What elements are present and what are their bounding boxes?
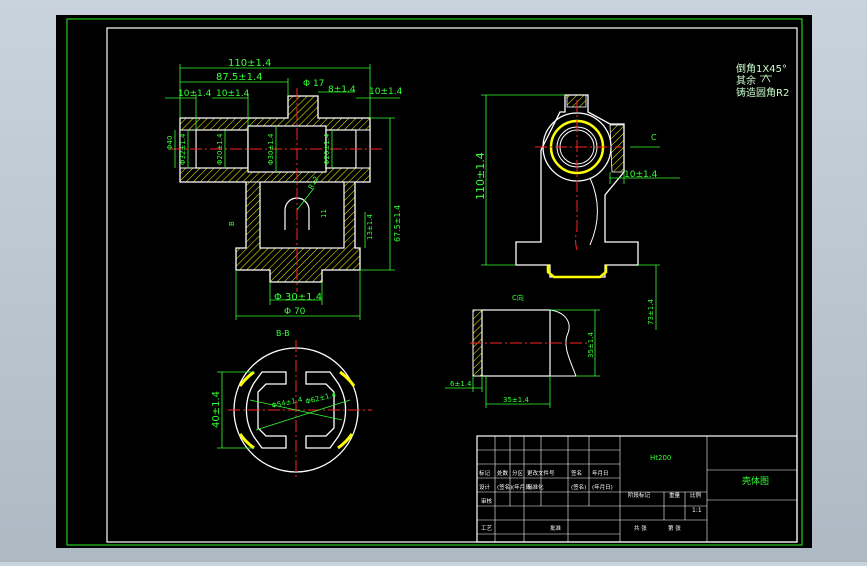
note-rest: 其余	[736, 74, 756, 87]
dim-8: 8±1.4	[328, 85, 356, 95]
title-drawing-name: 壳体图	[742, 475, 769, 487]
dim-phi20-left: Φ20±1.4	[216, 133, 224, 165]
dim-13: 13±1.4	[366, 214, 374, 240]
title-cell: (签名)	[571, 483, 586, 491]
dim-67-5: 67.5±1.4	[393, 205, 402, 242]
title-sheet-total: 共 张	[634, 524, 647, 532]
dim-phi30: Φ30±1.4	[267, 133, 275, 165]
title-cell: 分区	[512, 469, 524, 477]
dim-side-10: 10±1.4	[624, 170, 658, 180]
dim-c-6: 6±1.4	[450, 380, 472, 388]
title-cell: 签名	[571, 469, 582, 477]
note-fillet: 铸造圆角R2	[736, 86, 789, 99]
dim-bb-40: 40±1.4	[211, 391, 222, 428]
title-stage-label: 阶段标记	[628, 491, 651, 499]
dim-10-right: 10±1.4	[369, 87, 403, 97]
dim-phi32: Φ32±1.4	[179, 133, 187, 165]
title-weight-label: 重量	[669, 491, 681, 499]
title-cell: 处数	[497, 469, 509, 477]
dim-10-left: 10±1.4	[178, 89, 212, 99]
dim-phi30-bottom: Φ 30±1.4	[274, 292, 322, 303]
title-process: 工艺	[481, 525, 493, 532]
dim-side-height: 110±1.4	[474, 152, 487, 200]
title-material: Ht200	[650, 454, 671, 462]
title-cell: 标准化	[527, 483, 544, 491]
title-cell: 标记	[479, 469, 491, 477]
dim-side-73: 73±1.4	[647, 299, 655, 325]
dim-phi20-right: Φ20±1.4	[323, 133, 331, 165]
title-sheet-no: 第 张	[668, 524, 681, 532]
title-approve: 批准	[550, 524, 562, 532]
title-cell: (年月日)	[592, 483, 613, 491]
dim-87-5: 87.5±1.4	[216, 72, 263, 83]
title-cell: (签名)	[497, 483, 512, 491]
dim-c-35-horizontal: 35±1.4	[503, 396, 529, 404]
dim-phi17: Φ 17	[303, 79, 324, 89]
cad-viewport: 110±1.4 87.5±1.4 10±1.4 10±1.4 Φ 17 8±1.…	[0, 0, 867, 562]
view-c-arrow: C	[651, 133, 657, 142]
cad-drawing: 110±1.4 87.5±1.4 10±1.4 10±1.4 Φ 17 8±1.…	[56, 15, 812, 548]
model-space	[56, 15, 812, 548]
dim-c-35-vertical: 35±1.4	[587, 332, 595, 358]
dim-11: 11	[320, 209, 328, 218]
title-scale-label: 比例	[690, 491, 702, 499]
title-cell: 设计	[479, 483, 491, 491]
note-chamfer: 倒角1X45°	[736, 63, 787, 75]
dim-overall-length: 110±1.4	[228, 58, 271, 69]
dim-phi70: Φ 70	[284, 307, 306, 317]
title-scale-value: 1:1	[692, 507, 702, 514]
title-cell: 年月日	[592, 469, 609, 477]
dim-10-mid: 10±1.4	[216, 89, 250, 99]
title-cell: 更改文件号	[527, 469, 555, 477]
section-mark-b: B	[228, 221, 236, 226]
section-b-b-label: B-B	[276, 329, 290, 338]
view-c-label: C向	[512, 293, 524, 302]
dim-phi40: Φ40	[166, 136, 174, 150]
title-audit: 审核	[481, 497, 493, 505]
